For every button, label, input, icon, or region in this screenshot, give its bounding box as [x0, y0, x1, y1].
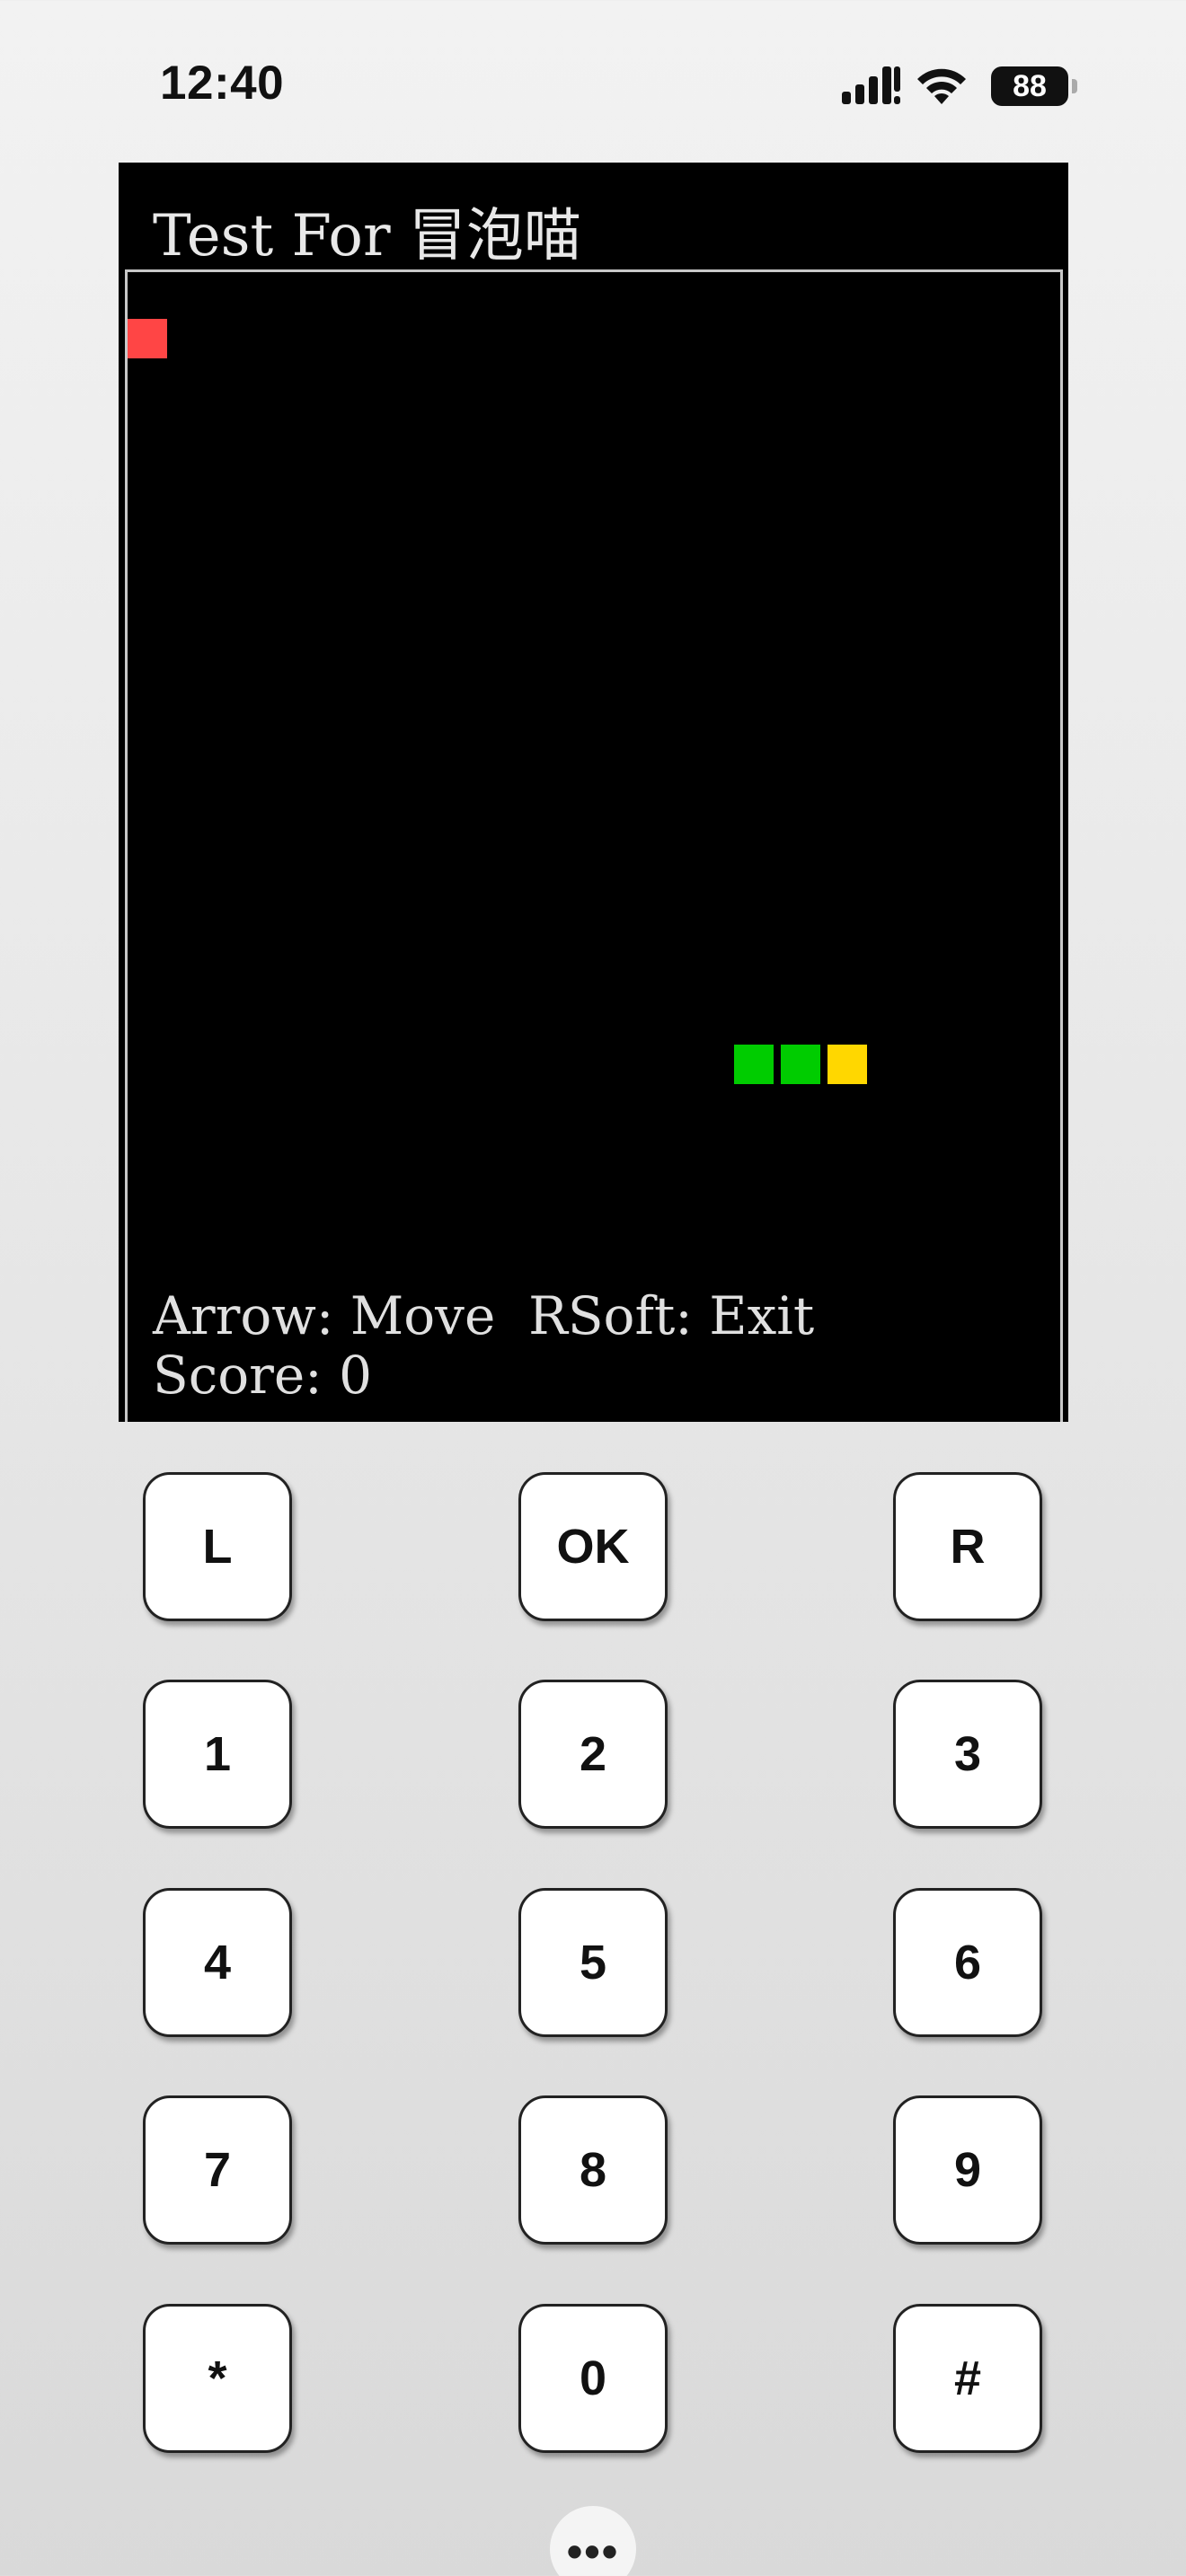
key-8[interactable]: 8	[518, 2095, 668, 2245]
key-7[interactable]: 7	[143, 2095, 292, 2245]
key-9[interactable]: 9	[893, 2095, 1042, 2245]
food-pellet	[128, 319, 167, 358]
status-time: 12:40	[160, 57, 285, 110]
snake-body-segment	[781, 1045, 820, 1084]
more-options-button[interactable]: •••	[550, 2506, 636, 2576]
controls-help-text: Arrow: Move RSoft: Exit	[153, 1285, 815, 1346]
key-0[interactable]: 0	[518, 2304, 668, 2453]
key-star[interactable]: *	[143, 2304, 292, 2453]
battery-icon: 88	[991, 66, 1068, 106]
key-6[interactable]: 6	[893, 1888, 1042, 2037]
game-screen[interactable]: Test For 冒泡喵 Arrow: Move RSoft: Exit Sco…	[119, 163, 1068, 1422]
key-5[interactable]: 5	[518, 1888, 668, 2037]
key-1[interactable]: 1	[143, 1680, 292, 1829]
key-4[interactable]: 4	[143, 1888, 292, 2037]
snake-head	[828, 1045, 867, 1084]
battery-cap	[1072, 79, 1077, 93]
score-text: Score: 0	[153, 1345, 373, 1406]
key-left-soft[interactable]: L	[143, 1472, 292, 1621]
wifi-icon	[917, 68, 966, 104]
snake-body-segment	[734, 1045, 774, 1084]
key-3[interactable]: 3	[893, 1680, 1042, 1829]
key-hash[interactable]: #	[893, 2304, 1042, 2453]
key-2[interactable]: 2	[518, 1680, 668, 1829]
game-title: Test For 冒泡喵	[153, 203, 581, 269]
key-ok[interactable]: OK	[518, 1472, 668, 1621]
key-right-soft[interactable]: R	[893, 1472, 1042, 1621]
cellular-signal-icon	[842, 66, 900, 104]
play-area	[125, 269, 1063, 1422]
